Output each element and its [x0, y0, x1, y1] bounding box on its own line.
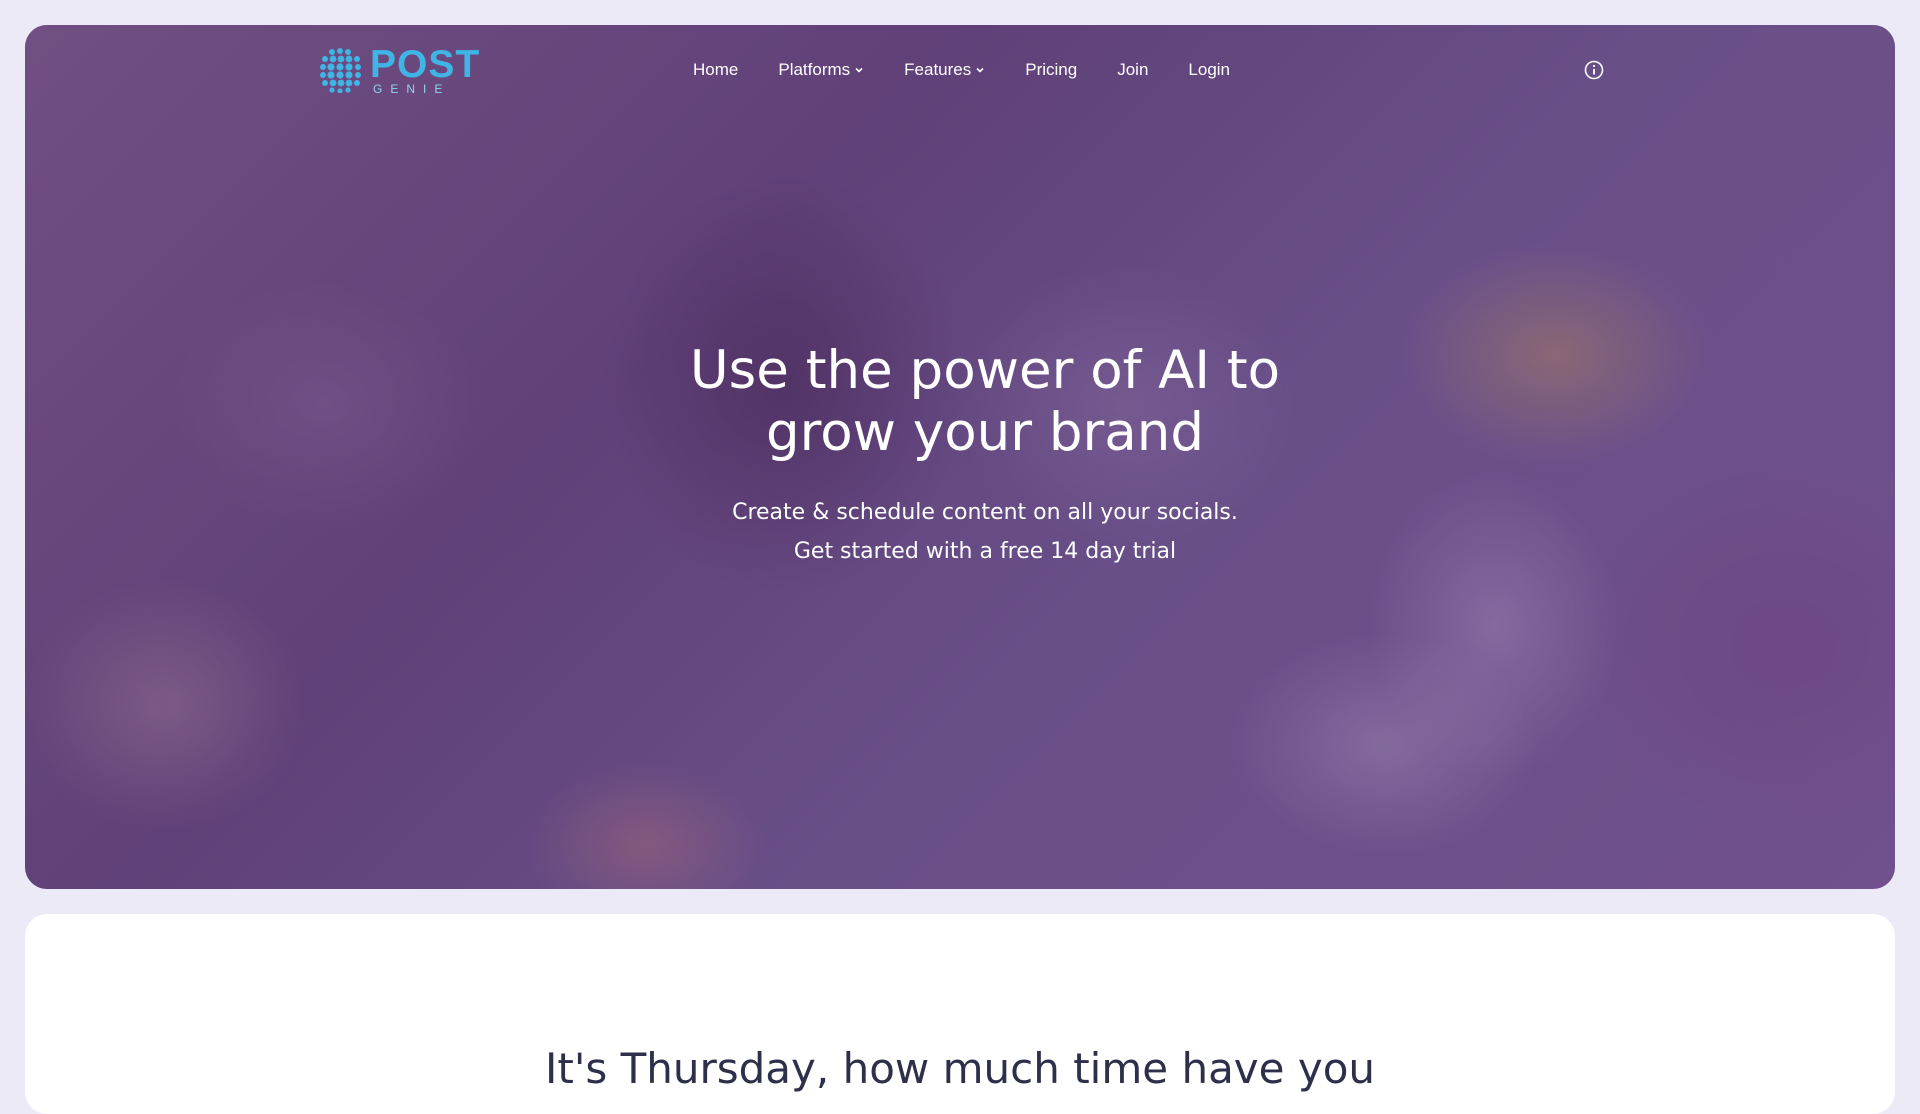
nav-features[interactable]: Features: [904, 60, 985, 80]
nav-home[interactable]: Home: [693, 60, 738, 80]
chevron-down-icon: [855, 67, 863, 73]
nav-login[interactable]: Login: [1188, 60, 1230, 80]
brand-logo[interactable]: POST GENIE: [318, 43, 481, 96]
nav-platforms-label: Platforms: [778, 60, 851, 79]
hero-title-line-1: Use the power of AI to: [689, 340, 1281, 401]
nav-features-label: Features: [904, 60, 972, 79]
content-card: It's Thursday, how much time have you: [25, 914, 1895, 1114]
logo-dots-icon: [320, 48, 361, 93]
nav-home-label: Home: [693, 60, 739, 79]
nav-join[interactable]: Join: [1117, 60, 1148, 80]
hero-title: Use the power of AI to grow your brand: [585, 340, 1385, 464]
nav-login-label: Login: [1188, 60, 1231, 79]
section-heading: It's Thursday, how much time have you: [544, 1044, 1376, 1093]
nav-join-label: Join: [1117, 60, 1149, 79]
hero-subtitle-line-1: Create & schedule content on all your so…: [732, 500, 1238, 525]
nav-pricing[interactable]: Pricing: [1025, 60, 1077, 80]
logo-tagline: GENIE: [373, 82, 451, 96]
chevron-down-icon: [976, 67, 984, 73]
hero-subtitle-line-2: Get started with a free 14 day trial: [793, 539, 1177, 564]
logo-wordmark: POST: [370, 43, 481, 86]
nav-platforms[interactable]: Platforms: [778, 60, 864, 80]
hero-banner: POST GENIE Home Platforms Features Prici…: [25, 25, 1895, 889]
top-navigation: POST GENIE Home Platforms Features Prici…: [25, 25, 1895, 125]
nav-pricing-label: Pricing: [1025, 60, 1078, 79]
info-circle-icon[interactable]: [1583, 59, 1605, 81]
main-menu: Home Platforms Features Pricing Join Log…: [693, 60, 1270, 80]
hero-subtitle: Create & schedule content on all your so…: [585, 493, 1385, 571]
hero-title-line-2: grow your brand: [765, 402, 1205, 463]
